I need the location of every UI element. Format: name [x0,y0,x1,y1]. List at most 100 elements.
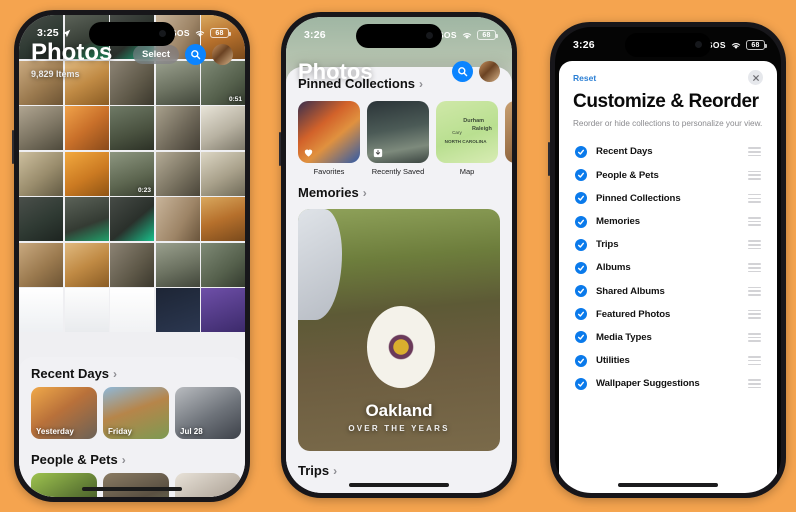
memory-card[interactable]: Oakland OVER THE YEARS [298,209,500,451]
photo-grid-cell[interactable] [201,197,245,241]
photo-grid-cell[interactable] [155,106,200,150]
photo-grid-cell[interactable] [155,288,200,332]
collection-list-item[interactable]: Featured Photos [571,303,765,326]
section-header-memories[interactable]: Memories › [286,176,512,206]
drag-handle-icon[interactable] [748,170,761,180]
photo-grid-cell[interactable] [19,106,63,150]
checkmark-icon[interactable] [575,377,587,390]
drag-handle-icon[interactable] [748,193,761,203]
recent-day-card[interactable]: Jul 28 [175,387,241,439]
home-indicator[interactable] [618,483,718,487]
collection-list-item[interactable]: Wallpaper Suggestions [571,372,765,395]
pinned-collection-item[interactable]: Favorites [298,101,360,176]
photo-grid-cell[interactable] [155,242,200,287]
drag-handle-icon[interactable] [748,356,761,366]
photo-grid-cell[interactable] [64,197,109,241]
collection-list-item[interactable]: Recent Days [571,140,765,163]
home-indicator[interactable] [349,483,449,487]
collection-label: Trips [596,239,619,251]
photo-thumbnail [19,288,63,332]
avatar[interactable] [479,61,500,82]
photo-grid-cell[interactable] [19,288,63,332]
collection-list-item[interactable]: Utilities [571,349,765,372]
battery-indicator: 68 [210,28,231,38]
photo-grid-cell[interactable] [155,197,200,241]
drag-handle-icon[interactable] [748,286,761,296]
photo-grid-cell[interactable] [201,288,245,332]
drag-handle-icon[interactable] [748,217,761,227]
photo-grid-cell[interactable] [19,197,63,241]
checkmark-icon[interactable] [575,261,587,274]
photo-thumbnail [19,151,63,196]
photo-grid-cell[interactable] [201,151,245,196]
collection-list-item[interactable]: Media Types [571,326,765,349]
checkmark-icon[interactable] [575,308,587,321]
pinned-collection-item[interactable]: Durham Raleigh Cary NORTH CAROLINA Map [436,101,498,176]
collection-list-item[interactable]: Memories [571,210,765,233]
drag-handle-icon[interactable] [748,332,761,342]
photo-grid-cell[interactable]: 0:23 [110,151,154,196]
checkmark-icon[interactable] [575,192,587,205]
people-pet-card[interactable] [31,473,97,497]
search-icon[interactable] [185,44,206,65]
collection-list-item[interactable]: Pinned Collections [571,187,765,210]
people-pet-card[interactable] [103,473,169,497]
collection-label: Featured Photos [596,308,671,320]
recent-days-scroller[interactable]: Yesterday Friday Jul 28 [19,387,245,443]
checkmark-icon[interactable] [575,238,587,251]
drag-handle-icon[interactable] [748,240,761,250]
close-icon[interactable] [748,70,763,85]
checkmark-icon[interactable] [575,169,587,182]
drag-handle-icon[interactable] [748,263,761,273]
section-title: Trips [298,463,330,478]
collection-list-item[interactable]: Shared Albums [571,279,765,302]
drag-handle-icon[interactable] [748,147,761,157]
photo-grid-cell[interactable] [19,151,63,196]
wifi-icon [195,30,205,37]
collection-label: Recent Days [596,146,653,158]
photo-grid-cell[interactable] [201,242,245,287]
people-pets-scroller[interactable] [19,473,245,497]
avatar[interactable] [212,44,233,65]
photo-grid-cell[interactable] [64,106,109,150]
photo-grid-cell[interactable] [155,151,200,196]
photo-thumbnail [19,106,63,150]
home-indicator[interactable] [82,487,182,491]
photo-grid-cell[interactable] [110,288,154,332]
photo-grid-cell[interactable] [201,106,245,150]
pinned-collection-item-partial[interactable] [505,101,512,176]
memory-title: Oakland [365,401,433,420]
recent-day-card[interactable]: Yesterday [31,387,97,439]
pinned-collections-row[interactable]: Favorites Recently Saved Durham Raleigh Cary… [286,97,512,176]
photo-grid-cell[interactable] [64,151,109,196]
drag-handle-icon[interactable] [748,309,761,319]
photo-grid-cell[interactable] [110,197,154,241]
collection-list-item[interactable]: People & Pets [571,164,765,187]
photo-grid-cell[interactable] [110,242,154,287]
checkmark-icon[interactable] [575,354,587,367]
collection-list-item[interactable]: Albums [571,256,765,279]
checkmark-icon[interactable] [575,285,587,298]
checkmark-icon[interactable] [575,331,587,344]
recent-day-card[interactable]: Friday [103,387,169,439]
drag-handle-icon[interactable] [748,379,761,389]
people-pet-card[interactable] [175,473,241,497]
photo-grid-cell[interactable] [19,242,63,287]
collection-list-item[interactable]: Trips [571,233,765,256]
checkmark-icon[interactable] [575,145,587,158]
pinned-collection-thumbnail [298,101,360,163]
checkmark-icon[interactable] [575,215,587,228]
reset-button[interactable]: Reset [573,73,596,83]
select-button[interactable]: Select [133,45,179,64]
phone-1-header: Photos 9,829 Items Select [19,41,245,79]
photo-grid-cell[interactable] [64,242,109,287]
section-header-recent-days[interactable]: Recent Days › [19,357,245,387]
section-header-trips[interactable]: Trips › [286,451,512,484]
search-icon[interactable] [452,61,473,82]
photo-grid-cell[interactable] [110,106,154,150]
section-header-people-pets[interactable]: People & Pets › [19,443,245,473]
pinned-collection-item[interactable]: Recently Saved [367,101,429,176]
photo-grid-cell[interactable] [64,288,109,332]
battery-level: 68 [482,31,491,39]
collections-list[interactable]: Recent Days People & Pets Pinned Collectio… [559,130,777,395]
